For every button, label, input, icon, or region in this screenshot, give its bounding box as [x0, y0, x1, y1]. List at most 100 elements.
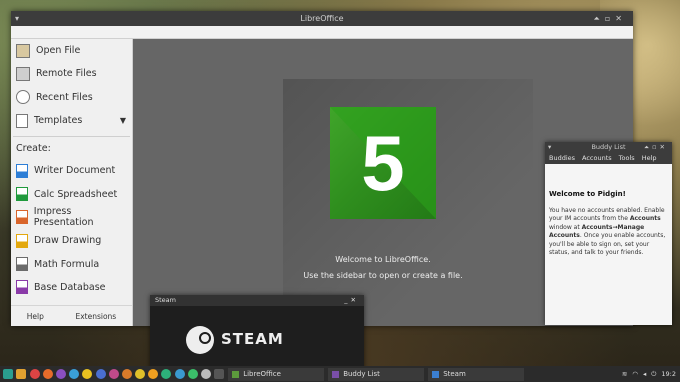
draw-drawing-label: Draw Drawing — [34, 235, 102, 247]
files-icon[interactable] — [16, 369, 27, 379]
menu-accounts[interactable]: Accounts — [582, 153, 612, 164]
pidgin-welcome-message: You have no accounts enabled. Enable you… — [549, 207, 668, 257]
app-icon[interactable] — [174, 369, 185, 379]
buddy-list-title: Buddy List — [591, 143, 626, 151]
steam-task-icon — [432, 370, 440, 378]
menu-tools[interactable]: Tools — [619, 153, 635, 164]
libreoffice-titlebar[interactable]: ▾ LibreOffice ⏶▫✕ — [11, 11, 633, 26]
open-file-button[interactable]: Open File — [11, 39, 132, 62]
draw-icon — [16, 233, 28, 248]
app-icon[interactable] — [55, 369, 66, 379]
buddy-list-window: ▾ Buddy List ⏶▫✕ Buddies Accounts Tools … — [545, 142, 672, 325]
remote-files-label: Remote Files — [36, 68, 97, 80]
calc-icon — [16, 187, 28, 202]
steam-titlebar[interactable]: Steam _✕ — [150, 295, 364, 306]
templates-label: Templates — [34, 115, 83, 127]
window-controls[interactable]: ⏶▫✕ — [644, 142, 668, 153]
writer-document-label: Writer Document — [34, 165, 116, 177]
power-icon[interactable]: ⏻ — [651, 370, 656, 379]
base-database-button[interactable]: Base Database — [11, 276, 132, 299]
steam-splash: STEAM — [150, 306, 364, 370]
menu-help[interactable]: Help — [642, 153, 657, 164]
recent-files-button[interactable]: Recent Files — [11, 86, 132, 109]
extensions-button[interactable]: Extensions — [75, 312, 116, 321]
app-icon[interactable] — [82, 369, 93, 379]
terminal-icon[interactable] — [214, 369, 225, 379]
app-icon[interactable] — [121, 369, 132, 379]
chevron-down-icon[interactable]: ▼ — [120, 116, 126, 125]
start-center-sidebar: Open File Remote Files Recent Files Temp… — [11, 39, 133, 326]
app-icon[interactable] — [69, 369, 80, 379]
app-icon[interactable] — [95, 369, 106, 379]
message-text: window at — [549, 223, 582, 231]
remote-files-icon — [16, 66, 30, 81]
sidebar-divider — [13, 136, 130, 138]
steam-window: Steam _✕ STEAM — [150, 295, 364, 370]
buddy-list-titlebar[interactable]: ▾ Buddy List ⏶▫✕ — [545, 142, 672, 153]
templates-button[interactable]: Templates ▼ — [11, 109, 132, 132]
network-icon[interactable]: ≋ — [622, 370, 627, 378]
task-steam[interactable]: Steam — [428, 367, 525, 381]
app-icon[interactable] — [148, 369, 159, 379]
libreoffice-task-icon — [232, 370, 240, 378]
window-controls[interactable]: ⏶▫✕ — [593, 11, 627, 26]
task-buddy-list[interactable]: Buddy List — [328, 367, 425, 381]
task-libreoffice[interactable]: LibreOffice — [228, 367, 325, 381]
accounts-emphasis: Accounts — [629, 215, 661, 223]
app-icon[interactable] — [161, 369, 172, 379]
steam-title: Steam — [155, 296, 176, 304]
base-icon — [16, 280, 28, 295]
window-menu-icon[interactable]: ▾ — [15, 11, 19, 26]
writer-icon — [16, 163, 28, 178]
wifi-icon[interactable]: ◠ — [632, 370, 638, 378]
app-menu-icon[interactable] — [3, 369, 14, 379]
remote-files-button[interactable]: Remote Files — [11, 62, 132, 85]
sidebar-footer: Help Extensions — [11, 305, 132, 326]
draw-drawing-button[interactable]: Draw Drawing — [11, 229, 132, 252]
taskbar: LibreOffice Buddy List Steam ≋ ◠ ◂ ⏻ 19:… — [0, 366, 680, 382]
app-icon[interactable] — [201, 369, 211, 379]
base-database-label: Base Database — [34, 281, 106, 293]
clock-icon — [16, 90, 30, 105]
window-menu-icon[interactable]: ▾ — [548, 142, 551, 153]
window-controls[interactable]: _✕ — [344, 295, 359, 306]
app-icon[interactable] — [135, 369, 146, 379]
open-file-label: Open File — [36, 45, 81, 57]
math-icon — [16, 257, 28, 272]
app-icon[interactable] — [108, 369, 119, 379]
task-libreoffice-label: LibreOffice — [243, 369, 281, 378]
clock[interactable]: 19:2 — [661, 370, 676, 378]
system-tray: ≋ ◠ ◂ ⏻ 19:2 — [622, 370, 680, 379]
task-steam-label: Steam — [443, 369, 466, 378]
volume-icon[interactable]: ◂ — [643, 370, 646, 378]
pidgin-welcome-heading: Welcome to Pidgin! — [549, 190, 626, 198]
steam-wordmark: STEAM — [221, 330, 284, 348]
calc-spreadsheet-label: Calc Spreadsheet — [34, 188, 118, 200]
task-buddy-list-label: Buddy List — [343, 369, 380, 378]
logo-version-number: 5 — [361, 119, 405, 207]
create-heading: Create: — [16, 143, 51, 155]
impress-icon — [16, 210, 28, 225]
math-formula-button[interactable]: Math Formula — [11, 252, 132, 275]
libreoffice-menubar — [11, 26, 633, 39]
app-icon[interactable] — [187, 369, 198, 379]
libreoffice-logo: 5 — [330, 107, 436, 219]
firefox-icon[interactable] — [42, 369, 53, 379]
template-icon — [16, 113, 28, 128]
libreoffice-title: LibreOffice — [300, 14, 344, 23]
libreoffice-window: ▾ LibreOffice ⏶▫✕ Open File Remote Files… — [11, 11, 633, 326]
impress-presentation-label: Impress Presentation — [33, 206, 94, 229]
impress-presentation-button[interactable]: Impress Presentation — [11, 206, 132, 229]
folder-open-icon — [16, 43, 30, 58]
buddy-list-menubar: Buddies Accounts Tools Help — [545, 153, 672, 164]
math-formula-label: Math Formula — [34, 258, 100, 270]
menu-buddies[interactable]: Buddies — [549, 153, 575, 164]
writer-document-button[interactable]: Writer Document — [11, 159, 132, 182]
pidgin-task-icon — [332, 370, 340, 378]
help-button[interactable]: Help — [27, 312, 44, 321]
calc-spreadsheet-button[interactable]: Calc Spreadsheet — [11, 182, 132, 205]
buddy-list-body: Welcome to Pidgin! You have no accounts … — [545, 164, 672, 257]
recent-files-label: Recent Files — [36, 91, 93, 103]
steam-logo-icon — [186, 326, 214, 354]
browser-icon[interactable] — [29, 369, 40, 379]
